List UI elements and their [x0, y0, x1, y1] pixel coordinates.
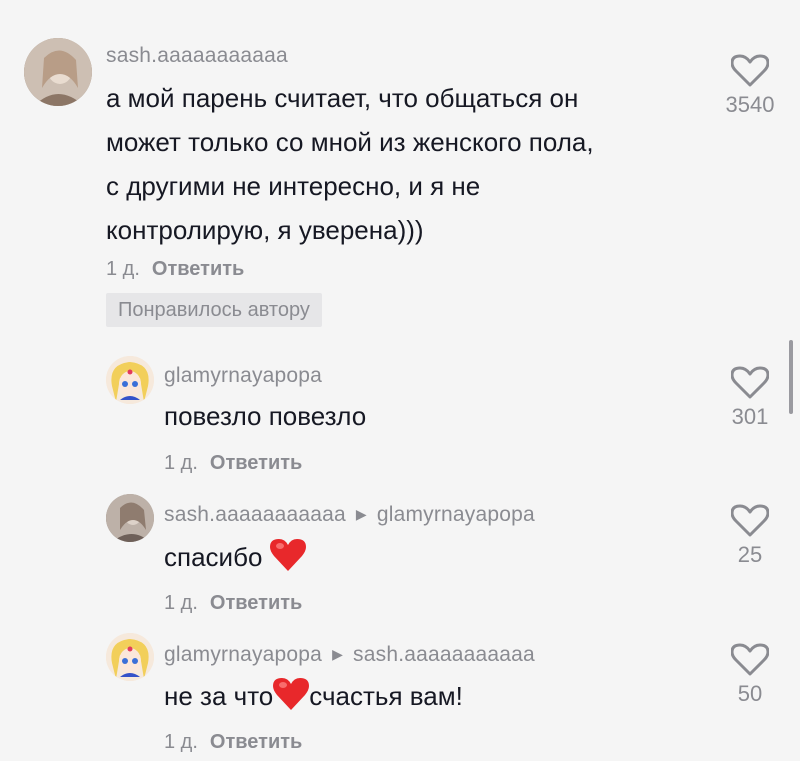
comment-username[interactable]: sash.aaaaaaaaaaa	[106, 44, 288, 68]
reply-arrow-icon: ▶	[332, 646, 344, 662]
reply-text: не за что счастья вам!	[164, 674, 463, 724]
avatar[interactable]	[24, 38, 92, 106]
reply-meta: 1 д. Ответить	[164, 592, 302, 615]
red-heart-emoji	[269, 538, 306, 585]
avatar[interactable]	[106, 633, 154, 681]
previous-comment-cutoff	[0, 0, 800, 6]
reply-button[interactable]: Ответить	[210, 452, 302, 474]
red-heart-emoji	[273, 677, 310, 724]
avatar[interactable]	[106, 356, 154, 404]
reply-author[interactable]: glamyrnayapopa	[164, 643, 322, 666]
reply-text-tail: счастья вам!	[309, 681, 463, 711]
reply-text-main: спасибо	[164, 542, 263, 572]
comment-meta: 1 д. Ответить	[106, 258, 244, 281]
like-button[interactable]: 3540	[710, 54, 790, 118]
reply-username: glamyrnayapopa ▶ sash.aaaaaaaaaaa	[164, 643, 535, 667]
avatar[interactable]	[106, 494, 154, 542]
reply-time: 1 д.	[164, 592, 198, 614]
reply-text: повезло повезло	[164, 401, 367, 431]
reply-text: спасибо	[164, 535, 306, 585]
reply-arrow-icon: ▶	[355, 506, 367, 522]
reply-target[interactable]: glamyrnayapopa	[377, 503, 535, 526]
like-button[interactable]: 50	[710, 643, 790, 707]
reply-username: sash.aaaaaaaaaaa ▶ glamyrnayapopa	[164, 503, 535, 527]
reply-button[interactable]: Ответить	[210, 592, 302, 614]
comment-text-line: а мой парень считает, что общаться он	[106, 83, 579, 113]
reply-time: 1 д.	[164, 452, 198, 474]
heart-outline-icon[interactable]	[731, 504, 769, 538]
like-button[interactable]: 25	[710, 504, 790, 568]
reply-author[interactable]: sash.aaaaaaaaaaa	[164, 503, 346, 526]
heart-outline-icon[interactable]	[731, 366, 769, 400]
comment-text: а мой парень считает, что общаться он мо…	[106, 76, 594, 252]
reply-text-main: не за что	[164, 681, 274, 711]
reply-meta: 1 д. Ответить	[164, 731, 302, 754]
like-button[interactable]: 301	[710, 366, 790, 430]
reply-username: glamyrnayapopa	[164, 364, 322, 388]
like-count: 25	[737, 542, 763, 567]
liked-by-creator-badge: Понравилось автору	[106, 293, 322, 327]
heart-outline-icon[interactable]	[731, 54, 769, 88]
comment-time: 1 д.	[106, 258, 140, 280]
reply-meta: 1 д. Ответить	[164, 452, 302, 475]
like-count: 301	[731, 404, 769, 429]
like-count: 3540	[725, 92, 775, 117]
reply-author[interactable]: glamyrnayapopa	[164, 364, 322, 387]
reply-button[interactable]: Ответить	[210, 731, 302, 753]
heart-outline-icon[interactable]	[731, 643, 769, 677]
reply-button[interactable]: Ответить	[152, 258, 244, 280]
like-count: 50	[737, 681, 763, 706]
comment-text-line: может только со мной из женского пола,	[106, 127, 594, 157]
reply-time: 1 д.	[164, 731, 198, 753]
comment-text-line: контролирую, я уверена)))	[106, 215, 424, 245]
reply-target[interactable]: sash.aaaaaaaaaaa	[353, 643, 535, 666]
scrollbar[interactable]	[789, 340, 793, 414]
comment-text-line: с другими не интересно, и я не	[106, 171, 481, 201]
